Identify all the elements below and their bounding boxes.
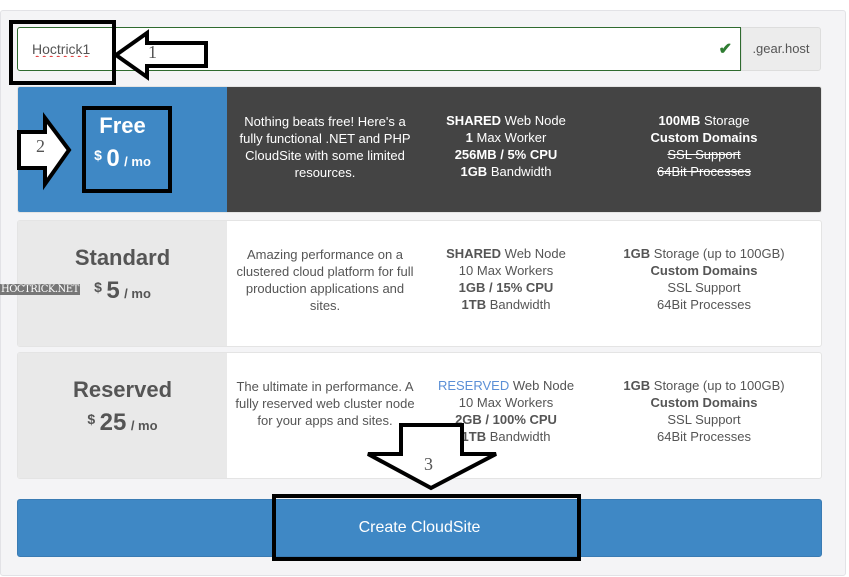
annotation-box-input bbox=[9, 20, 116, 85]
subdomain-field[interactable]: ✔ bbox=[17, 27, 741, 71]
plan-description: Amazing performance on a clustered cloud… bbox=[236, 247, 414, 313]
plan-features: 1GB Storage (up to 100GB) Custom Domains… bbox=[623, 378, 785, 444]
step-2-label: 2 bbox=[36, 136, 45, 156]
plan-specs: SHARED Web Node 10 Max Workers 1GB / 15%… bbox=[446, 246, 566, 312]
plan-features: 100MB Storage Custom Domains SSL Support… bbox=[650, 113, 758, 179]
plan-specs: SHARED Web Node 1 Max Worker 256MB / 5% … bbox=[446, 113, 566, 179]
step-3-label: 3 bbox=[424, 454, 433, 474]
subdomain-input[interactable] bbox=[18, 28, 698, 70]
plan-standard[interactable]: Standard $ 5 / mo Amazing performance on… bbox=[17, 220, 822, 347]
step-1-label: 1 bbox=[148, 42, 157, 62]
plan-description: Nothing beats free! Here's a fully funct… bbox=[239, 114, 411, 180]
plan-features: 1GB Storage (up to 100GB) Custom Domains… bbox=[623, 246, 785, 312]
plan-name: Reserved bbox=[72, 377, 173, 402]
plan-description: The ultimate in performance. A fully res… bbox=[235, 379, 415, 428]
plan-specs: RESERVED Web Node 10 Max Workers 2GB / 1… bbox=[437, 378, 575, 444]
domain-suffix: .gear.host bbox=[741, 27, 821, 71]
plan-name: Standard bbox=[74, 245, 171, 270]
annotation-box-button bbox=[272, 494, 581, 561]
plan-price: $ 25 / mo bbox=[87, 409, 158, 436]
annotation-box-free bbox=[82, 106, 172, 193]
plan-reserved[interactable]: Reserved $ 25 / mo The ultimate in perfo… bbox=[17, 352, 822, 479]
check-icon: ✔ bbox=[718, 41, 732, 58]
watermark: HOCTRICK.NET bbox=[0, 284, 80, 295]
